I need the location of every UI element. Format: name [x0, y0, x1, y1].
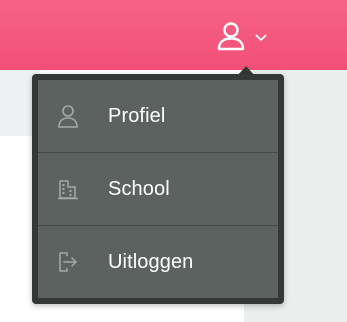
- user-icon: [56, 104, 80, 128]
- menu-item-uitloggen[interactable]: Uitloggen: [38, 226, 278, 298]
- chevron-down-icon: [255, 34, 267, 42]
- user-menu-button[interactable]: [216, 16, 286, 56]
- user-icon: [216, 21, 246, 51]
- user-dropdown-menu: Profiel School Uitloggen: [32, 74, 284, 304]
- menu-item-profiel[interactable]: Profiel: [38, 80, 278, 153]
- menu-item-label: Profiel: [108, 104, 166, 127]
- menu-item-school[interactable]: School: [38, 153, 278, 226]
- menu-item-label: Uitloggen: [108, 250, 194, 273]
- top-bar: [0, 0, 347, 70]
- building-icon: [56, 177, 80, 201]
- menu-item-label: School: [108, 177, 170, 200]
- logout-icon: [56, 250, 80, 274]
- app-window: Profiel School Uitloggen: [0, 0, 347, 322]
